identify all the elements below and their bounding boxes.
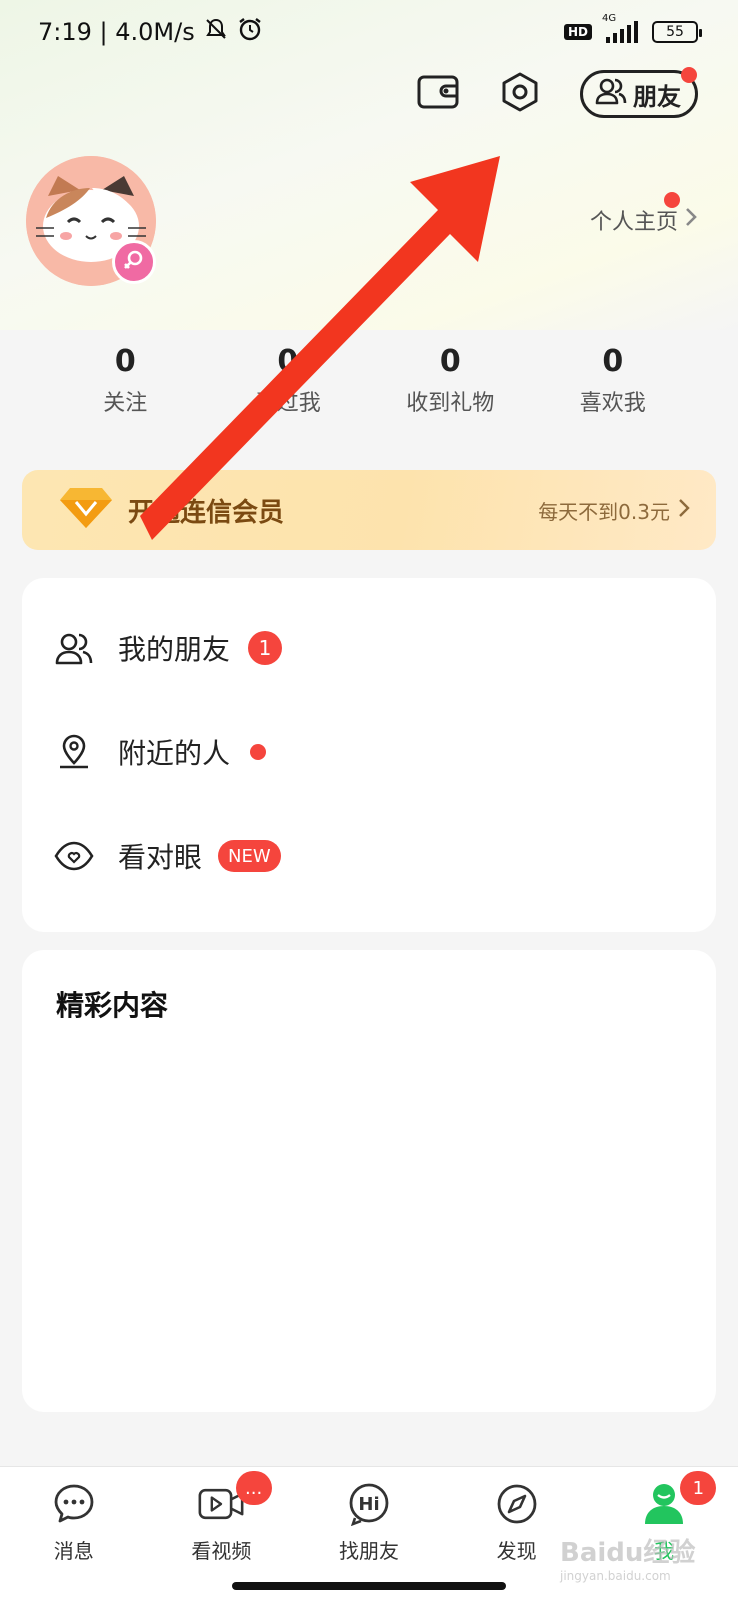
menu-item-label: 我的朋友	[118, 633, 231, 666]
home-indicator	[232, 1582, 506, 1590]
network-type: 4G	[602, 13, 617, 24]
location-pin-icon	[52, 730, 96, 774]
nav-label: 看视频	[191, 1539, 252, 1563]
home-link-label: 个人主页	[589, 210, 678, 235]
watermark-subtext: jingyan.baidu.com	[560, 1569, 671, 1583]
compass-icon	[494, 1481, 540, 1527]
stat-label: 关注	[103, 391, 148, 416]
wallet-icon	[417, 73, 459, 115]
stat-value: 0	[602, 344, 624, 379]
stat-following[interactable]: 0 关注	[44, 344, 207, 417]
watermark-text: Baidu经验	[560, 1538, 696, 1568]
stats-row: 0 关注 0 看过我 0 收到礼物 0 喜欢我	[44, 344, 694, 417]
eye-heart-icon	[52, 834, 96, 878]
chevron-right-icon	[684, 206, 698, 234]
vip-title: 开通连信会员	[128, 497, 285, 528]
svg-text:Hi: Hi	[358, 1494, 379, 1515]
notification-dot	[250, 744, 267, 760]
menu-item-label: 看对眼	[118, 841, 203, 874]
battery-icon: 55	[652, 21, 702, 43]
stat-label: 收到礼物	[406, 391, 495, 416]
new-badge: NEW	[218, 840, 281, 872]
gear-icon	[499, 71, 541, 117]
alarm-icon	[237, 16, 263, 48]
section-title: 精彩内容	[56, 989, 169, 1022]
menu-item-match[interactable]: 看对眼 NEW	[22, 804, 716, 908]
signal-icon: 4G	[602, 13, 642, 43]
nav-tab-find-friends[interactable]: Hi 找朋友	[295, 1467, 443, 1600]
friends-button[interactable]: 朋友	[580, 67, 698, 118]
count-badge: 1	[248, 631, 283, 665]
menu-item-label: 附近的人	[118, 737, 231, 770]
nav-label: 消息	[53, 1539, 94, 1563]
vip-price-text: 每天不到0.3元	[538, 499, 670, 524]
stat-value: 0	[114, 344, 136, 379]
female-icon	[122, 248, 146, 276]
wallet-button[interactable]	[416, 72, 460, 116]
chevron-right-icon	[678, 498, 690, 523]
chat-bubble-icon	[51, 1481, 97, 1527]
watermark: Baidu经验 jingyan.baidu.com	[560, 1532, 695, 1583]
users-icon	[595, 77, 627, 111]
stat-visitors[interactable]: 0 看过我	[207, 344, 370, 417]
friends-label: 朋友	[633, 82, 681, 111]
hd-icon: HD	[563, 24, 592, 40]
nav-tab-messages[interactable]: 消息	[0, 1467, 148, 1600]
featured-content-card: 精彩内容	[22, 950, 716, 1412]
menu-item-my-friends[interactable]: 我的朋友 1	[22, 596, 716, 700]
friends-notification-dot	[681, 67, 697, 83]
menu-card: 我的朋友 1 附近的人 看对眼 NEW	[22, 578, 716, 932]
top-actions: 朋友	[416, 67, 698, 118]
nav-label: 发现	[496, 1539, 537, 1563]
stat-value: 0	[439, 344, 461, 379]
stat-label: 看过我	[254, 391, 321, 416]
settings-button[interactable]	[498, 72, 542, 116]
menu-item-nearby[interactable]: 附近的人	[22, 700, 716, 804]
users-icon	[52, 626, 96, 670]
nav-badge: ...	[235, 1471, 272, 1505]
stat-likes[interactable]: 0 喜欢我	[532, 344, 695, 417]
stat-label: 喜欢我	[579, 391, 646, 416]
female-gender-badge	[112, 240, 156, 284]
vip-banner[interactable]: 开通连信会员 每天不到0.3元	[22, 470, 716, 550]
personal-homepage-link[interactable]: 个人主页	[589, 192, 698, 236]
vip-subtitle: 每天不到0.3元	[538, 496, 690, 525]
status-bar: 7:19 | 4.0M/s HD 4G 55	[0, 0, 738, 64]
stat-value: 0	[277, 344, 299, 379]
diamond-icon	[60, 486, 112, 534]
hi-bubble-icon: Hi	[346, 1481, 392, 1527]
nav-label: 找朋友	[338, 1539, 399, 1563]
home-notification-dot	[664, 192, 680, 208]
nav-badge: 1	[680, 1471, 717, 1505]
nav-tab-videos[interactable]: 看视频 ...	[148, 1467, 296, 1600]
stat-gifts[interactable]: 0 收到礼物	[369, 344, 532, 417]
status-time: 7:19 | 4.0M/s	[38, 18, 195, 46]
mute-icon	[203, 16, 229, 48]
